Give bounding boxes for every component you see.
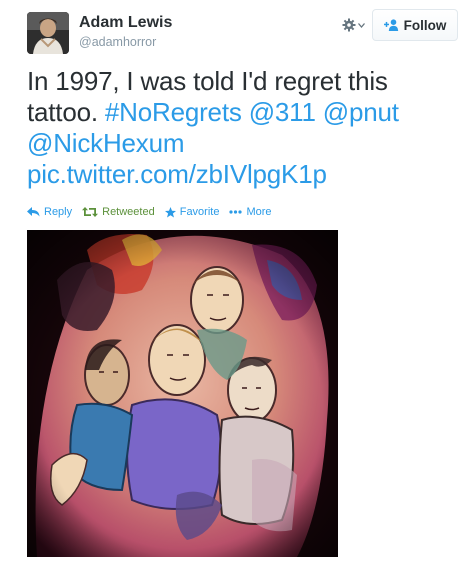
user-actions-dropdown[interactable]	[339, 14, 367, 36]
mention-link[interactable]: @NickHexum	[27, 128, 185, 158]
tattoo-photo	[27, 230, 338, 557]
retweet-label: Retweeted	[102, 206, 155, 218]
tweet-text-line: In 1997, I was told I'd regret this	[27, 66, 388, 96]
reply-label: Reply	[44, 206, 73, 218]
mention-link[interactable]: @pnut	[323, 97, 399, 127]
follow-label: Follow	[403, 17, 447, 33]
more-label: More	[246, 206, 272, 218]
retweet-button[interactable]: Retweeted	[82, 206, 155, 218]
tweet-text: In 1997, I was told I'd regret this tatt…	[27, 66, 457, 190]
favorite-button[interactable]: Favorite	[164, 206, 220, 218]
media-link[interactable]: pic.twitter.com/zbIVlpgK1p	[27, 159, 327, 189]
reply-icon	[27, 207, 40, 217]
retweet-icon	[82, 207, 99, 217]
tweet-actions: Reply Retweeted Favorite More	[27, 204, 282, 220]
tweet-text-segment: tattoo.	[27, 97, 105, 127]
tweet-text-line: pic.twitter.com/zbIVlpgK1p	[27, 159, 457, 190]
more-dots-icon	[229, 210, 243, 214]
tweet-photo[interactable]	[27, 230, 338, 557]
user-name[interactable]: Adam Lewis	[79, 14, 172, 32]
star-icon	[164, 206, 176, 217]
avatar-image	[27, 12, 69, 54]
tweet-text-line: @NickHexum	[27, 128, 457, 159]
tweet-text-line: tattoo. #NoRegrets @311 @pnut	[27, 97, 457, 128]
tweet-card: Adam Lewis @adamhorror Follow In 1997, I…	[0, 0, 474, 568]
add-person-icon	[383, 19, 398, 31]
user-handle[interactable]: @adamhorror	[79, 35, 156, 49]
user-avatar[interactable]	[27, 12, 69, 54]
more-button[interactable]: More	[229, 206, 272, 218]
gear-icon	[342, 18, 355, 32]
favorite-label: Favorite	[179, 206, 220, 218]
mention-link[interactable]: @311	[249, 97, 316, 127]
hashtag-link[interactable]: #NoRegrets	[105, 97, 242, 127]
chevron-down-icon	[357, 22, 365, 28]
reply-button[interactable]: Reply	[27, 206, 72, 218]
follow-button[interactable]: Follow	[372, 9, 458, 41]
